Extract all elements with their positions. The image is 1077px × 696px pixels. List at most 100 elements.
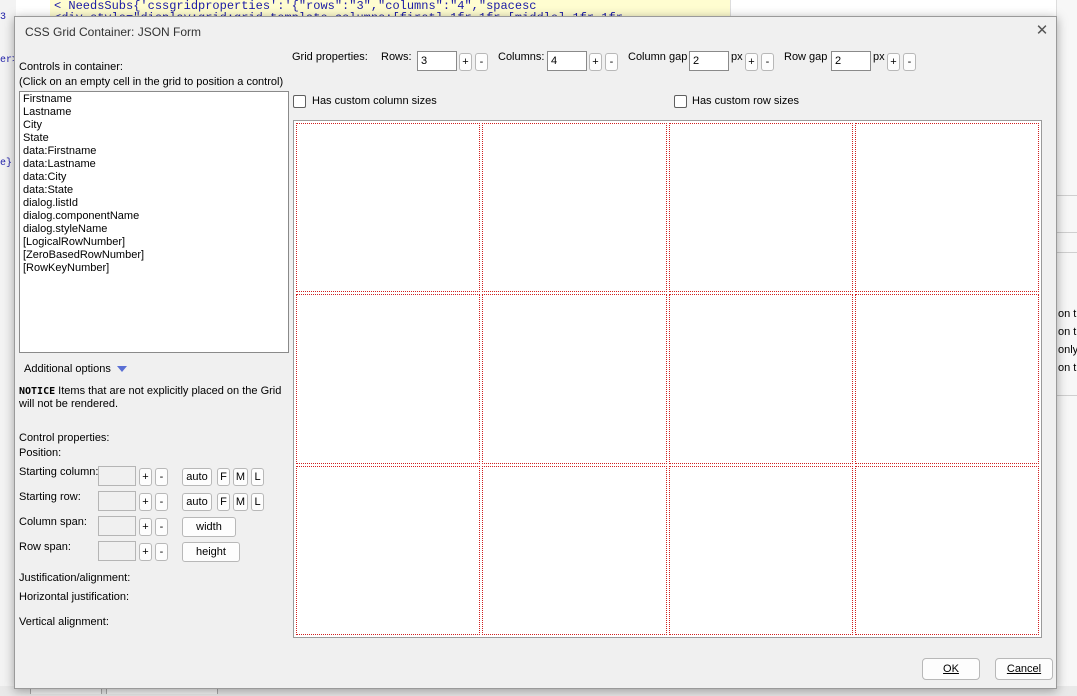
width-button[interactable]: width <box>182 517 236 537</box>
columns-label: Columns: <box>498 51 545 63</box>
columns-plus-button[interactable]: + <box>589 53 602 71</box>
background-divider <box>1057 195 1077 196</box>
column-gap-plus-button[interactable]: + <box>745 53 758 71</box>
column-span-minus-button[interactable]: - <box>155 518 168 536</box>
list-item[interactable]: dialog.listId <box>23 197 285 210</box>
rows-input[interactable] <box>417 51 457 71</box>
css-grid-dialog: CSS Grid Container: JSON Form ✕ Controls… <box>14 16 1057 689</box>
list-item[interactable]: State <box>23 132 285 145</box>
column-gap-input[interactable] <box>689 51 729 71</box>
grid-cell[interactable] <box>668 465 853 635</box>
custom-row-sizes-label: Has custom row sizes <box>692 95 799 107</box>
row-gap-label: Row gap <box>784 51 828 63</box>
starting-row-input[interactable] <box>98 491 136 511</box>
grid-cell[interactable] <box>668 123 853 293</box>
grid-cell[interactable] <box>482 465 667 635</box>
vertical-alignment-label: Vertical alignment: <box>19 616 109 628</box>
custom-column-sizes-label: Has custom column sizes <box>312 95 437 107</box>
list-item[interactable]: [RowKeyNumber] <box>23 262 285 275</box>
column-span-label: Column span: <box>19 516 87 528</box>
list-item[interactable]: Lastname <box>23 106 285 119</box>
close-icon: ✕ <box>1035 22 1049 39</box>
starting-row-auto-button[interactable]: auto <box>182 493 212 511</box>
row-span-input[interactable] <box>98 541 136 561</box>
row-gap-minus-button[interactable]: - <box>903 53 916 71</box>
background-fragment: on t <box>1058 326 1077 338</box>
controls-listbox[interactable]: Firstname Lastname City State data:First… <box>19 91 289 353</box>
ok-button[interactable]: OK <box>922 658 980 680</box>
list-item[interactable]: Firstname <box>23 93 285 106</box>
starting-row-first-button[interactable]: F <box>217 493 230 511</box>
starting-column-label: Starting column: <box>19 466 99 478</box>
row-gap-input[interactable] <box>831 51 871 71</box>
starting-row-middle-button[interactable]: M <box>233 493 248 511</box>
custom-column-sizes-checkbox[interactable] <box>293 95 306 108</box>
justification-alignment-heading: Justification/alignment: <box>19 572 131 584</box>
row-span-plus-button[interactable]: + <box>139 543 152 561</box>
rows-label: Rows: <box>381 51 412 63</box>
row-span-minus-button[interactable]: - <box>155 543 168 561</box>
horizontal-justification-label: Horizontal justification: <box>19 591 130 603</box>
background-divider <box>1057 395 1077 396</box>
notice-text: NOTICE Items that are not explicitly pla… <box>19 385 289 411</box>
background-fragment: on t <box>1058 308 1077 320</box>
column-span-plus-button[interactable]: + <box>139 518 152 536</box>
grid-cell[interactable] <box>296 294 481 464</box>
starting-column-auto-button[interactable]: auto <box>182 468 212 486</box>
grid-cell[interactable] <box>854 294 1039 464</box>
starting-column-first-button[interactable]: F <box>217 468 230 486</box>
starting-column-middle-button[interactable]: M <box>233 468 248 486</box>
notice-body: Items that are not explicitly placed on … <box>19 385 282 410</box>
column-span-input[interactable] <box>98 516 136 536</box>
row-span-label: Row span: <box>19 541 71 553</box>
position-heading: Position: <box>19 447 62 459</box>
columns-minus-button[interactable]: - <box>605 53 618 71</box>
grid-cell[interactable] <box>296 465 481 635</box>
background-divider <box>1057 232 1077 233</box>
starting-column-plus-button[interactable]: + <box>139 468 152 486</box>
grid-cell[interactable] <box>482 294 667 464</box>
row-gap-unit: px <box>873 51 885 63</box>
starting-row-last-button[interactable]: L <box>251 493 264 511</box>
controls-hint: (Click on an empty cell in the grid to p… <box>19 76 284 88</box>
close-button[interactable]: ✕ <box>1031 20 1053 42</box>
background-fragment: on t <box>1058 362 1077 374</box>
list-item[interactable]: dialog.componentName <box>23 210 285 223</box>
row-gap-plus-button[interactable]: + <box>887 53 900 71</box>
list-item[interactable]: data:City <box>23 171 285 184</box>
list-item[interactable]: data:Lastname <box>23 158 285 171</box>
list-item[interactable]: [LogicalRowNumber] <box>23 236 285 249</box>
column-gap-label: Column gap <box>628 51 688 63</box>
grid-cell[interactable] <box>854 465 1039 635</box>
height-button[interactable]: height <box>182 542 240 562</box>
starting-column-last-button[interactable]: L <box>251 468 264 486</box>
notice-label: NOTICE <box>19 386 56 397</box>
list-item[interactable]: data:Firstname <box>23 145 285 158</box>
list-item[interactable]: data:State <box>23 184 285 197</box>
background-fragment: only <box>1058 344 1077 356</box>
rows-plus-button[interactable]: + <box>459 53 472 71</box>
controls-header: Controls in container: <box>19 61 123 73</box>
grid-cell[interactable] <box>482 123 667 293</box>
starting-row-minus-button[interactable]: - <box>155 493 168 511</box>
grid-cell[interactable] <box>296 123 481 293</box>
cancel-button[interactable]: Cancel <box>995 658 1053 680</box>
custom-row-sizes-checkbox[interactable] <box>674 95 687 108</box>
rows-minus-button[interactable]: - <box>475 53 488 71</box>
starting-row-plus-button[interactable]: + <box>139 493 152 511</box>
list-item[interactable]: City <box>23 119 285 132</box>
grid-cell[interactable] <box>668 294 853 464</box>
grid-preview <box>293 120 1042 638</box>
column-gap-minus-button[interactable]: - <box>761 53 774 71</box>
additional-options-toggle[interactable]: Additional options <box>24 363 127 375</box>
list-item[interactable]: dialog.styleName <box>23 223 285 236</box>
columns-input[interactable] <box>547 51 587 71</box>
background-fragment: 3 <box>0 12 7 23</box>
additional-options-label: Additional options <box>24 363 111 375</box>
chevron-down-icon <box>116 366 127 373</box>
starting-column-minus-button[interactable]: - <box>155 468 168 486</box>
control-properties-heading: Control properties: <box>19 432 110 444</box>
grid-cell[interactable] <box>854 123 1039 293</box>
list-item[interactable]: [ZeroBasedRowNumber] <box>23 249 285 262</box>
starting-column-input[interactable] <box>98 466 136 486</box>
